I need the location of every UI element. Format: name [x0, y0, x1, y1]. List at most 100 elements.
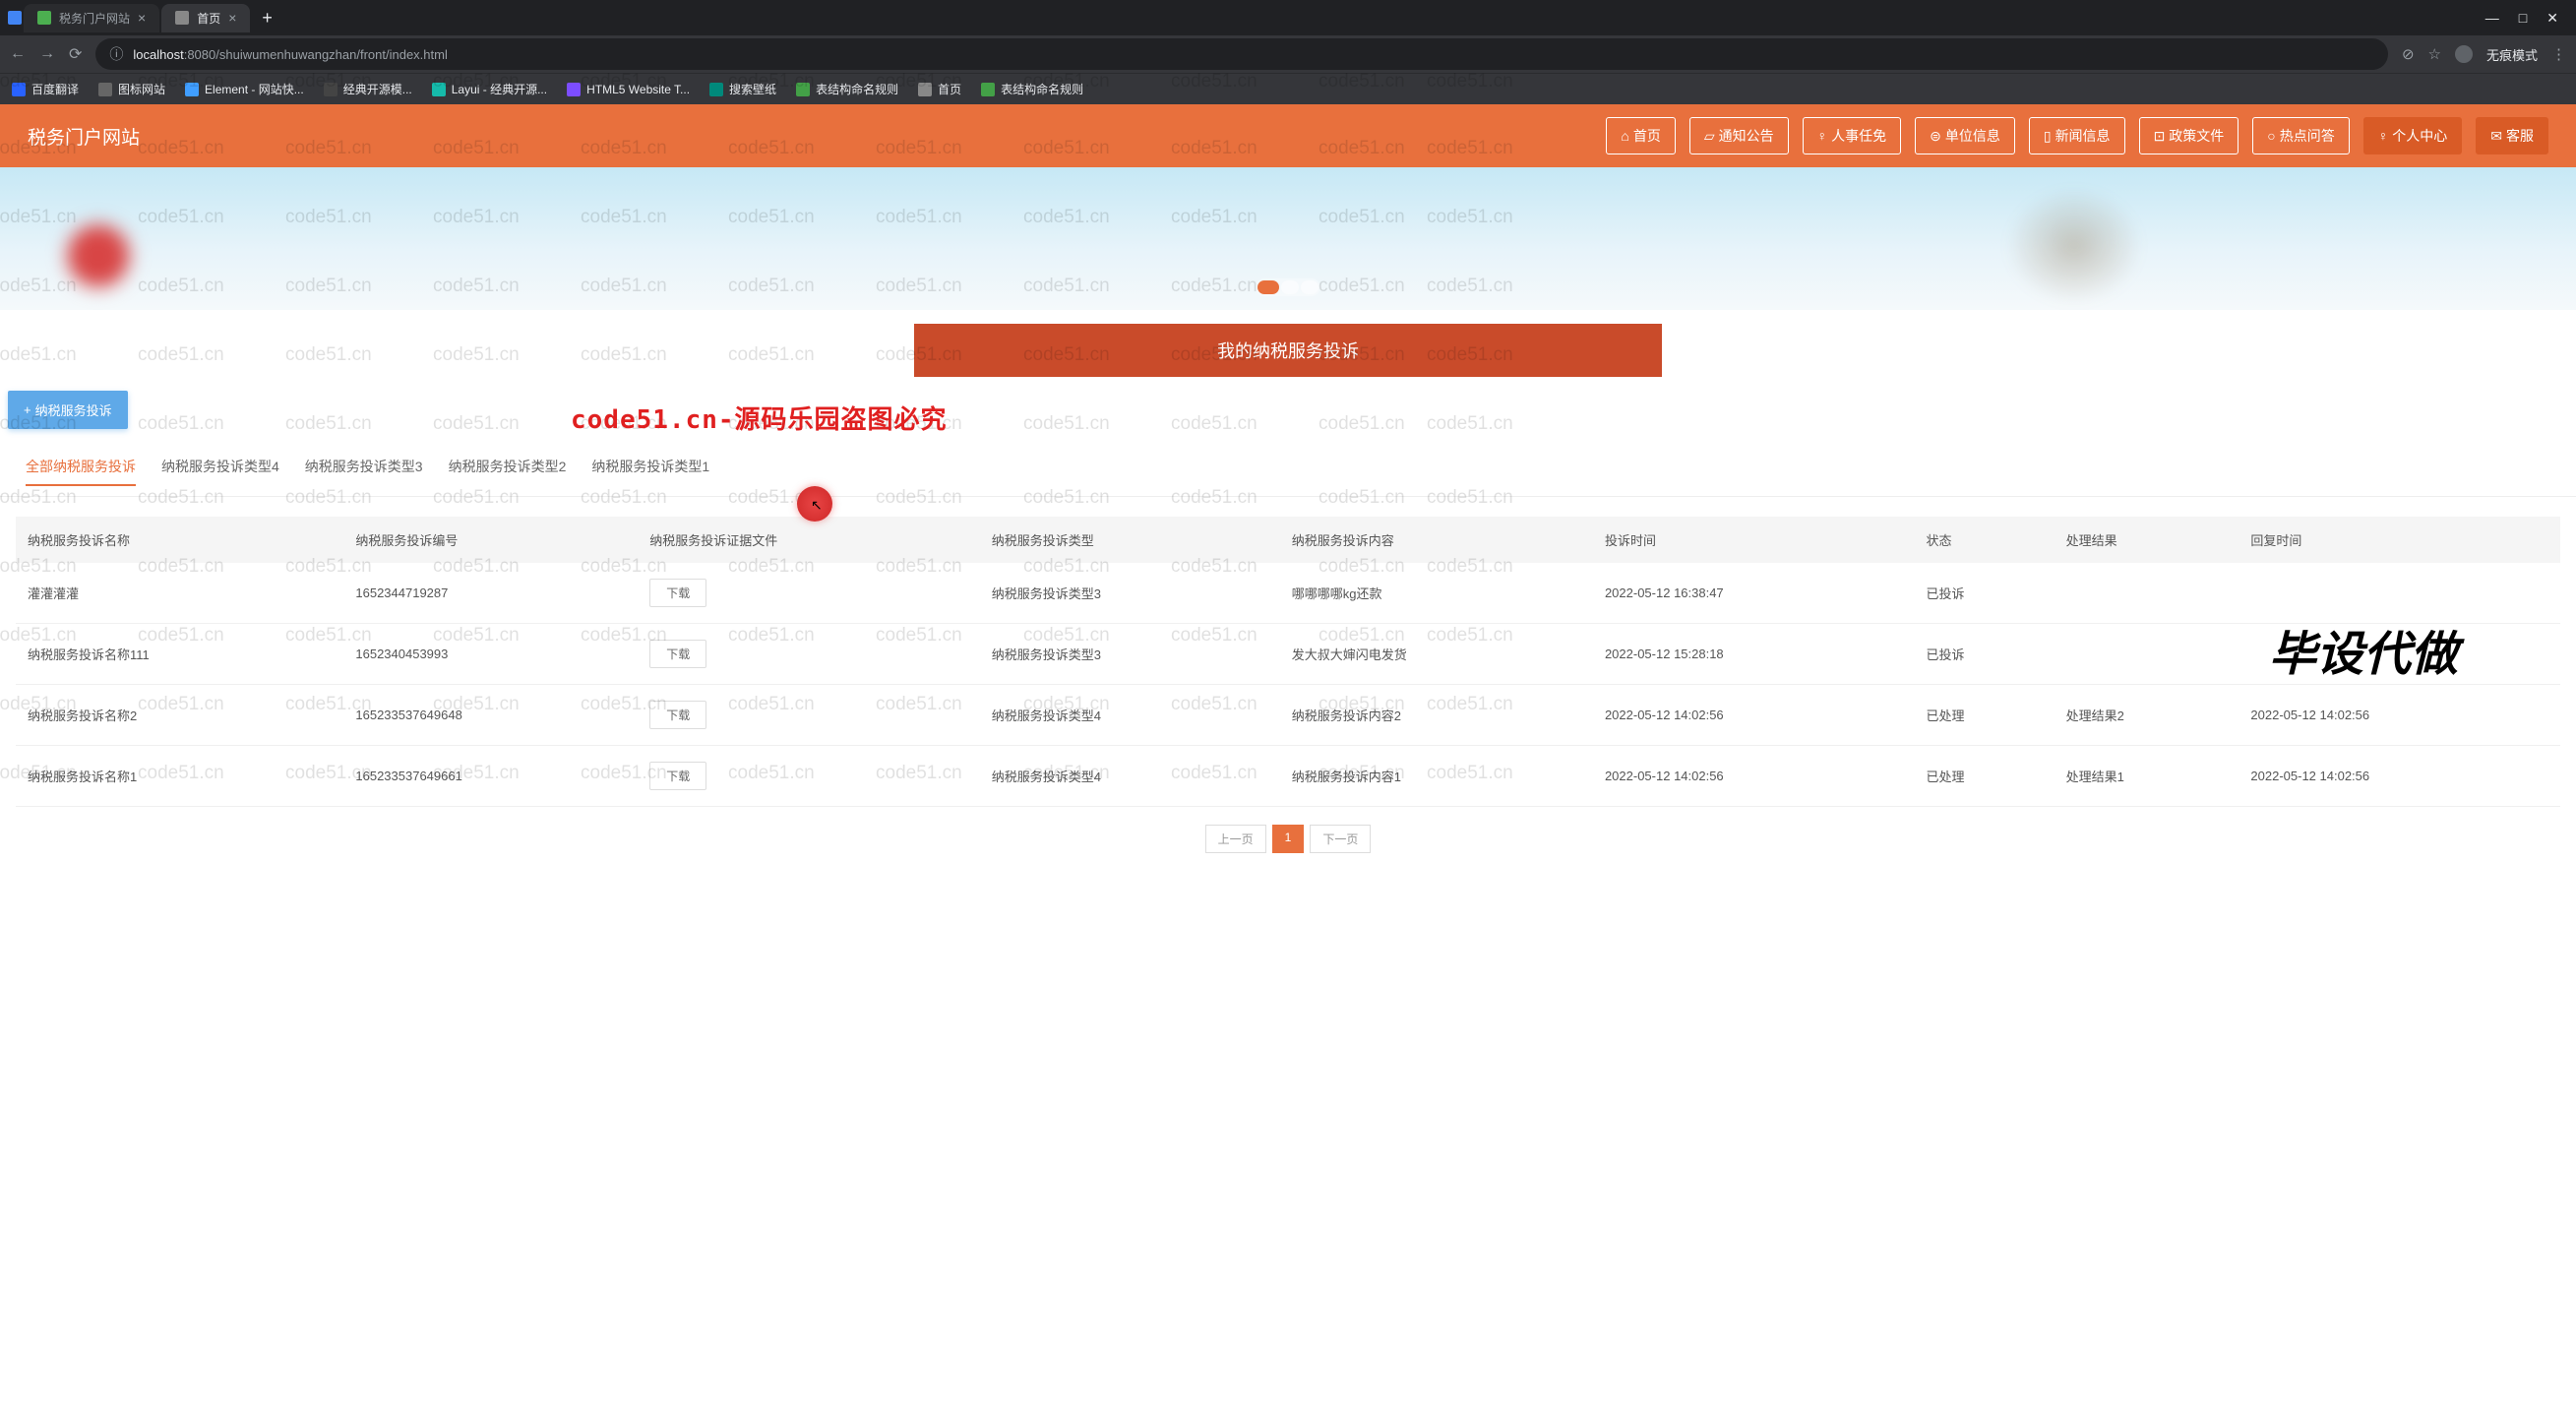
bookmark-item[interactable]: 搜索壁纸	[709, 81, 776, 97]
table-cell: 1652344719287	[343, 563, 638, 624]
back-button[interactable]: ←	[10, 45, 26, 63]
bookmark-item[interactable]: 首页	[918, 81, 961, 97]
table-cell	[2055, 624, 2239, 685]
nav-item-6[interactable]: ○热点问答	[2252, 117, 2349, 154]
nav-item-7[interactable]: ♀个人中心	[2363, 117, 2463, 154]
table-cell: 纳税服务投诉内容1	[1280, 746, 1593, 807]
table-row: 纳税服务投诉名称2165233537649648下载纳税服务投诉类型4纳税服务投…	[16, 685, 2560, 746]
close-icon[interactable]: ×	[228, 10, 236, 26]
carousel-dot-2[interactable]	[1281, 280, 1299, 294]
bookmark-item[interactable]: Layui - 经典开源...	[432, 81, 547, 97]
nav-icon: ⊜	[1930, 128, 1941, 145]
page-1-button[interactable]: 1	[1272, 825, 1305, 853]
nav-item-0[interactable]: ⌂ 首页	[1606, 117, 1675, 154]
maximize-button[interactable]: □	[2519, 10, 2527, 27]
table-cell: 灌灌灌灌	[16, 563, 343, 624]
menu-icon[interactable]: ⋮	[2551, 45, 2566, 63]
table-cell: 2022-05-12 16:38:47	[1593, 563, 1915, 624]
nav-label: 通知公告	[1719, 126, 1774, 146]
column-header: 纳税服务投诉名称	[16, 517, 343, 563]
type-tabs: 全部纳税服务投诉纳税服务投诉类型4 纳税服务投诉类型3 纳税服务投诉类型2 纳税服务投…	[0, 443, 2576, 497]
bookmark-item[interactable]: 图标网站	[98, 81, 165, 97]
minimize-button[interactable]: —	[2485, 10, 2499, 27]
profile-avatar-icon[interactable]	[2455, 45, 2473, 63]
type-tab-0[interactable]: 全部纳税服务投诉	[26, 457, 136, 486]
bookmark-item[interactable]: 表结构命名规则	[981, 81, 1083, 97]
table-cell: 165233537649661	[343, 746, 638, 807]
watermark-text: code51.cn	[138, 344, 224, 366]
table-row: 灌灌灌灌1652344719287下载纳税服务投诉类型3哪哪哪哪kg还款2022…	[16, 563, 2560, 624]
table-cell	[2239, 563, 2560, 624]
carousel-dot-1[interactable]	[1257, 280, 1279, 294]
prev-page-button[interactable]: 上一页	[1205, 825, 1266, 853]
carousel-dot-3[interactable]	[1301, 280, 1319, 294]
column-header: 纳税服务投诉编号	[343, 517, 638, 563]
nav-label: 单位信息	[1945, 126, 2000, 146]
url-text: localhost:8080/shuiwumenhuwangzhan/front…	[133, 47, 447, 62]
add-complaint-button[interactable]: + 纳税服务投诉	[8, 391, 128, 429]
type-tab-2[interactable]: 纳税服务投诉类型3	[305, 457, 423, 486]
table-cell: 哪哪哪哪kg还款	[1280, 563, 1593, 624]
table-cell: 纳税服务投诉名称1	[16, 746, 343, 807]
browser-tab-1[interactable]: 税务门户网站 ×	[24, 4, 159, 32]
nav-item-5[interactable]: ⊡政策文件	[2139, 117, 2239, 154]
reload-button[interactable]: ⟳	[69, 44, 82, 64]
download-button[interactable]: 下载	[649, 762, 706, 790]
nav-icon: ⌂	[1621, 128, 1628, 144]
table-cell: 纳税服务投诉类型4	[980, 746, 1280, 807]
url-input[interactable]: ⓘ localhost:8080/shuiwumenhuwangzhan/fro…	[95, 38, 2388, 70]
type-tab-1[interactable]: 纳税服务投诉类型4	[161, 457, 279, 486]
table-cell: 已处理	[1914, 746, 2054, 807]
type-tab-4[interactable]: 纳税服务投诉类型1	[591, 457, 709, 486]
info-icon[interactable]: ⓘ	[109, 44, 123, 64]
nav-item-2[interactable]: ♀人事任免	[1803, 117, 1902, 154]
table-cell: 2022-05-12 15:28:18	[1593, 624, 1915, 685]
table-cell: 2022-05-12 14:02:56	[1593, 685, 1915, 746]
incognito-icon: ⊘	[2402, 45, 2415, 63]
nav-label: 热点问答	[2280, 126, 2335, 146]
bookmark-item[interactable]: Element - 网站快...	[185, 81, 304, 97]
tab-favicon	[37, 11, 51, 25]
table-cell	[2055, 563, 2239, 624]
bookmark-item[interactable]: 百度翻译	[12, 81, 79, 97]
table-cell: 2022-05-12 14:02:56	[2239, 685, 2560, 746]
add-button-label: 纳税服务投诉	[35, 400, 112, 419]
nav-icon: ▱	[1704, 128, 1715, 145]
bookmark-item[interactable]: 经典开源模...	[324, 81, 412, 97]
new-tab-button[interactable]: +	[252, 8, 282, 29]
column-header: 纳税服务投诉内容	[1280, 517, 1593, 563]
table-cell: 已投诉	[1914, 624, 2054, 685]
nav-item-8[interactable]: ✉客服	[2476, 117, 2548, 154]
close-window-button[interactable]: ✕	[2546, 10, 2558, 27]
next-page-button[interactable]: 下一页	[1310, 825, 1371, 853]
nav-item-3[interactable]: ⊜单位信息	[1915, 117, 2015, 154]
nav-label: 首页	[1633, 126, 1661, 146]
table-cell: 165233537649648	[343, 685, 638, 746]
nav-item-1[interactable]: ▱通知公告	[1689, 117, 1789, 154]
tab-title: 首页	[197, 10, 220, 27]
download-button[interactable]: 下载	[649, 701, 706, 729]
watermark-text: code51.cn	[433, 344, 520, 366]
download-button[interactable]: 下载	[649, 579, 706, 607]
table-cell: 下载	[638, 624, 979, 685]
nav-icon: ▯	[2044, 128, 2052, 145]
table-cell: 已处理	[1914, 685, 2054, 746]
forward-button[interactable]: →	[39, 45, 55, 63]
main-nav: ⌂ 首页 ▱通知公告 ♀人事任免 ⊜单位信息 ▯新闻信息 ⊡政策文件 ○热点问答 ♀个人中心 ✉客…	[1606, 117, 2548, 154]
bookmark-item[interactable]: HTML5 Website T...	[567, 83, 690, 96]
nav-item-4[interactable]: ▯新闻信息	[2029, 117, 2125, 154]
nav-label: 人事任免	[1831, 126, 1886, 146]
close-icon[interactable]: ×	[138, 10, 146, 26]
site-header: 税务门户网站 ⌂首页▱通知公告♀人事任免⊜单位信息▯新闻信息⊡政策文件○热点问答…	[0, 104, 2576, 167]
browser-tab-2[interactable]: 首页 ×	[161, 4, 250, 32]
table-cell: 2022-05-12 14:02:56	[2239, 746, 2560, 807]
download-button[interactable]: 下载	[649, 640, 706, 668]
banner-carousel	[0, 167, 2576, 310]
table-cell: 下载	[638, 685, 979, 746]
section-title: 我的纳税服务投诉	[914, 324, 1662, 377]
bookmark-item[interactable]: 表结构命名规则	[796, 81, 898, 97]
type-tab-3[interactable]: 纳税服务投诉类型2	[449, 457, 567, 486]
bookmark-star-icon[interactable]: ☆	[2428, 45, 2441, 63]
watermark-text: code51.cn	[0, 344, 77, 366]
table-cell: 下载	[638, 746, 979, 807]
